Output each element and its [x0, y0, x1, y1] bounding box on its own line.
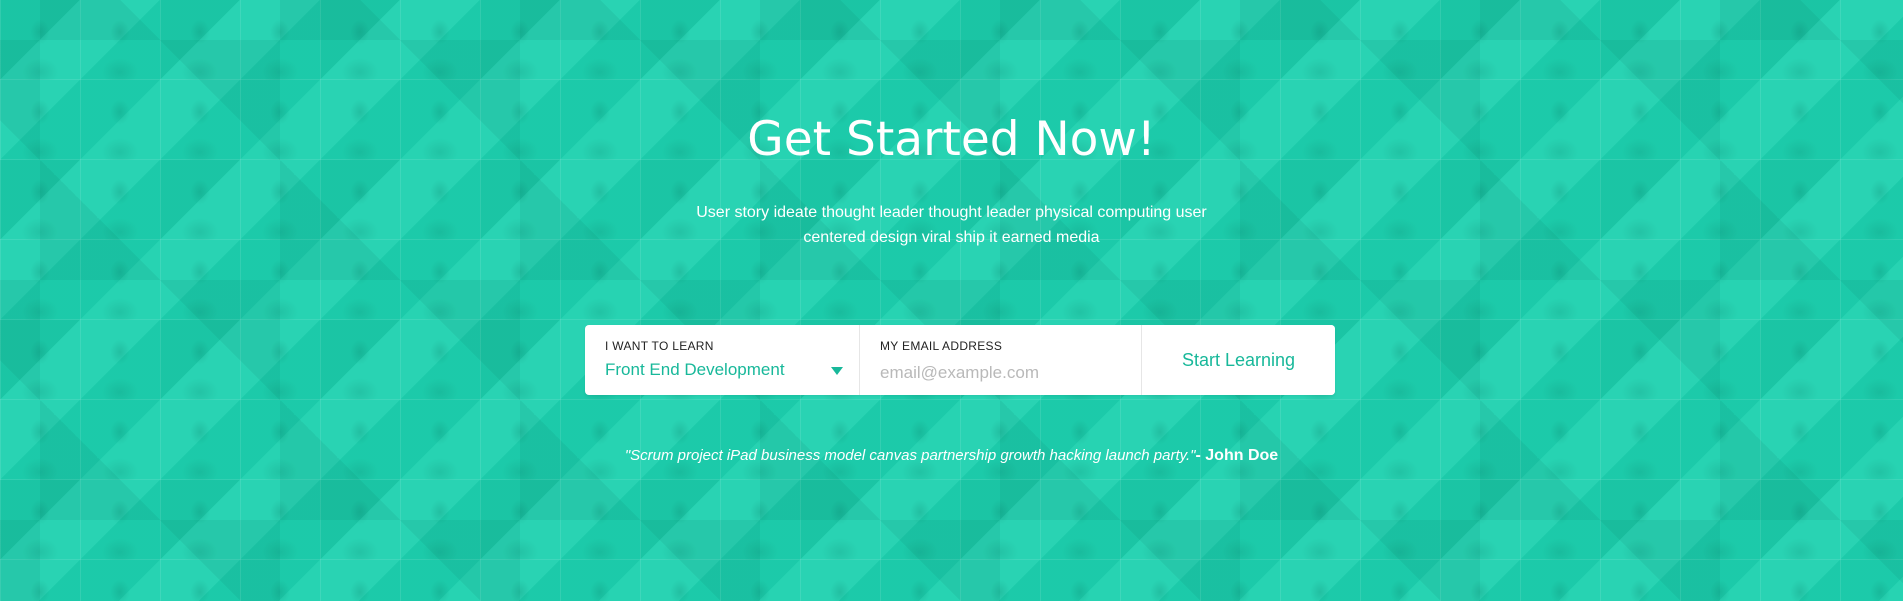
start-learning-button[interactable]: Start Learning — [1142, 325, 1335, 395]
testimonial: "Scrum project iPad business model canva… — [0, 447, 1903, 465]
hero-subtitle: User story ideate thought leader thought… — [696, 204, 1207, 246]
learn-topic-value[interactable]: Front End Development — [605, 360, 785, 380]
email-field[interactable] — [880, 363, 1125, 383]
hero-content: Get Started Now! User story ideate thoug… — [0, 0, 1903, 601]
learn-topic-select[interactable]: I WANT TO LEARN Front End Development — [585, 325, 860, 395]
signup-form: I WANT TO LEARN Front End Development MY… — [585, 325, 1335, 395]
testimonial-author: - John Doe — [1195, 447, 1279, 464]
learn-topic-label: I WANT TO LEARN — [605, 339, 714, 353]
page-title: Get Started Now! — [747, 112, 1156, 167]
email-field-wrapper: MY EMAIL ADDRESS — [860, 325, 1142, 395]
chevron-down-icon[interactable] — [831, 367, 843, 375]
testimonial-quote: "Scrum project iPad business model canva… — [624, 447, 1196, 464]
hero-section: Get Started Now! User story ideate thoug… — [0, 0, 1903, 601]
email-label: MY EMAIL ADDRESS — [880, 339, 1003, 353]
